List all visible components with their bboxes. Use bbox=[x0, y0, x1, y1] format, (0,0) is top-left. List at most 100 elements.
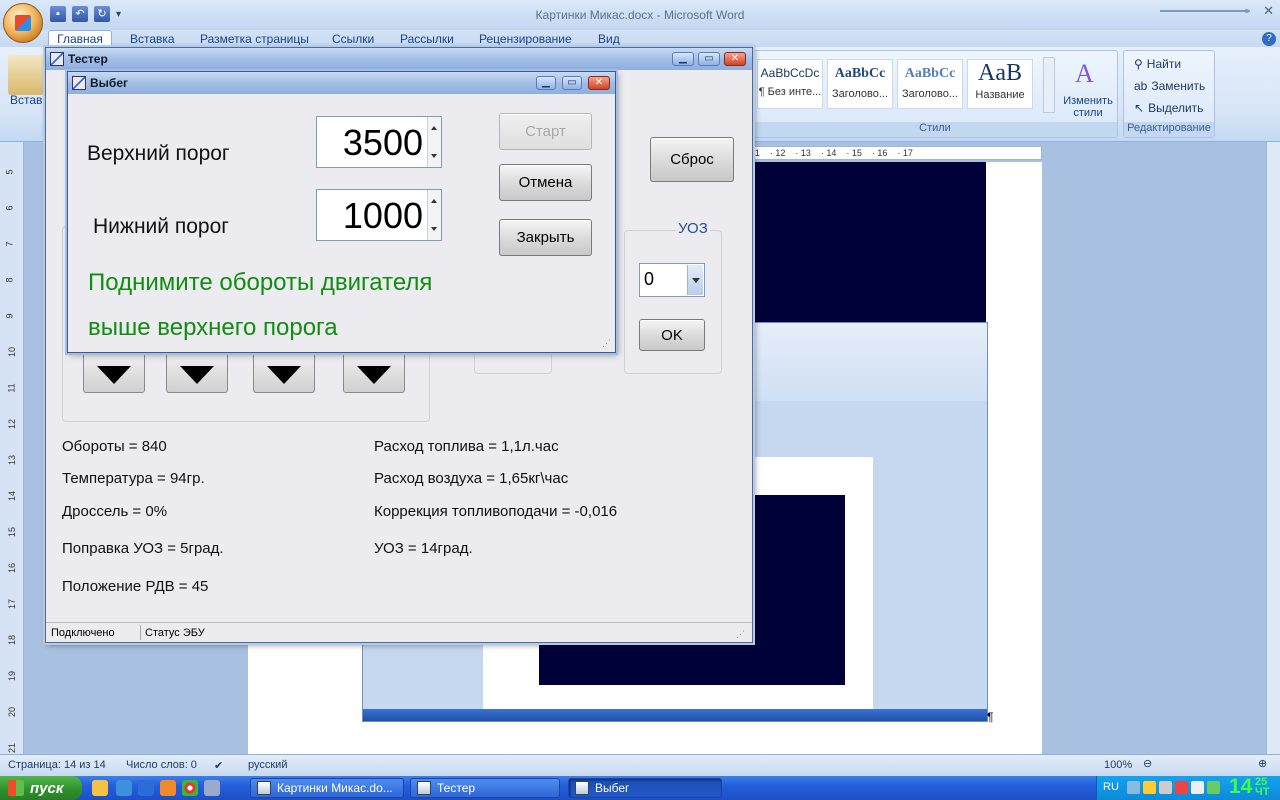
show-desktop-icon[interactable] bbox=[204, 780, 220, 796]
connection-status: Подключено bbox=[51, 627, 115, 639]
messenger-icon[interactable] bbox=[92, 780, 108, 796]
select-button[interactable]: ↖ Выделить bbox=[1134, 101, 1203, 115]
clock-minutes[interactable]: 25 ЧТ bbox=[1255, 777, 1269, 798]
tab-review[interactable]: Рецензирование bbox=[479, 32, 572, 46]
arrow-down-icon bbox=[97, 366, 131, 384]
chevron-down-icon[interactable] bbox=[431, 154, 437, 158]
office-button[interactable] bbox=[3, 3, 43, 43]
spinner-arrows[interactable] bbox=[427, 117, 441, 167]
close-button[interactable]: ✕ bbox=[724, 52, 746, 66]
undo-icon[interactable]: ↶ bbox=[72, 6, 88, 22]
tray-icon[interactable] bbox=[1207, 781, 1220, 794]
ruler-tick-label: 10 bbox=[7, 346, 18, 358]
paste-icon[interactable] bbox=[8, 55, 44, 95]
close-icon[interactable]: ✕ bbox=[1263, 3, 1274, 19]
chevron-down-icon[interactable] bbox=[431, 227, 437, 231]
clock-hour[interactable]: 14 bbox=[1229, 775, 1252, 799]
chevron-up-icon[interactable] bbox=[431, 126, 437, 130]
maximize-button[interactable]: ▭ bbox=[562, 76, 582, 90]
word-counter[interactable]: Число слов: 0 bbox=[126, 759, 197, 771]
ie-icon[interactable] bbox=[116, 780, 132, 796]
chrome-icon[interactable] bbox=[182, 780, 198, 796]
tab-view[interactable]: Вид bbox=[598, 32, 620, 46]
style-heading-2[interactable]: AaBbCc Заголово... bbox=[897, 59, 963, 109]
tray-icon[interactable] bbox=[1175, 781, 1188, 794]
browser-icon[interactable] bbox=[138, 780, 154, 796]
tray-icon[interactable] bbox=[1159, 781, 1172, 794]
close-dialog-button[interactable]: Закрыть bbox=[499, 219, 592, 256]
upper-threshold-input[interactable]: 3500 bbox=[316, 116, 442, 168]
ruler-tick-label: · 15 bbox=[846, 148, 862, 158]
zoom-in-icon[interactable]: ⊕ bbox=[1258, 757, 1267, 770]
tray-icon[interactable] bbox=[1143, 781, 1156, 794]
spellcheck-icon[interactable]: ✔ bbox=[214, 759, 223, 772]
chevron-down-icon[interactable] bbox=[687, 265, 703, 295]
style-name: ¶ Без инте... bbox=[758, 86, 822, 98]
vybeg-titlebar[interactable]: Выбег ▁ ▭ ✕ bbox=[68, 72, 615, 94]
cancel-button[interactable]: Отмена bbox=[499, 164, 592, 201]
paste-button-label: Встави bbox=[10, 93, 50, 107]
minimize-button[interactable]: ▁ bbox=[536, 76, 556, 90]
resize-grip-icon[interactable]: ⋰ bbox=[602, 338, 611, 349]
arrow-down-button-2[interactable] bbox=[166, 353, 228, 393]
vertical-scrollbar[interactable] bbox=[1266, 142, 1280, 754]
chevron-up-icon[interactable] bbox=[431, 199, 437, 203]
style-title[interactable]: AaB Название bbox=[967, 59, 1033, 109]
taskbar-item-word[interactable]: Картинки Микас.do... bbox=[250, 778, 404, 798]
tab-insert[interactable]: Вставка bbox=[130, 32, 175, 46]
tester-titlebar[interactable]: Тестер ▁ ▭ ✕ bbox=[46, 48, 752, 70]
resize-grip-icon[interactable]: ⋰ bbox=[736, 629, 745, 640]
app-icon[interactable] bbox=[160, 780, 176, 796]
quick-access-toolbar: ▪ ↶ ↻ ▾ bbox=[50, 5, 121, 23]
taskbar-item-vybeg[interactable]: Выбег bbox=[568, 778, 722, 798]
embedded-screenshot-image[interactable] bbox=[748, 162, 986, 332]
replace-button[interactable]: ab Заменить bbox=[1134, 79, 1205, 93]
ruler-tick-label: · 12 bbox=[769, 148, 786, 158]
status-separator bbox=[140, 625, 141, 640]
taskbar-item-tester[interactable]: Тестер bbox=[410, 778, 560, 798]
tab-home[interactable]: Главная bbox=[48, 30, 112, 48]
paragraph-mark: ¶ bbox=[987, 710, 994, 724]
customize-qat-icon[interactable]: ▾ bbox=[116, 9, 121, 20]
help-icon[interactable]: ? bbox=[1262, 32, 1276, 46]
start-label: пуск bbox=[30, 779, 64, 797]
word-status-bar: Страница: 14 из 14 Число слов: 0 ✔ русск… bbox=[0, 754, 1280, 776]
style-heading-1[interactable]: AaBbCc Заголово... bbox=[827, 59, 893, 109]
tray-icon[interactable] bbox=[1127, 781, 1140, 794]
reset-button[interactable]: Сброс bbox=[650, 137, 734, 182]
maximize-button[interactable]: ▭ bbox=[698, 52, 720, 66]
find-button[interactable]: ⚲ Найти bbox=[1134, 57, 1181, 71]
zoom-slider[interactable] bbox=[1160, 10, 1250, 12]
change-styles-button[interactable]: Изменить стили bbox=[1059, 95, 1117, 119]
volume-icon[interactable] bbox=[1191, 781, 1204, 794]
keyboard-layout-indicator[interactable]: RU bbox=[1103, 781, 1119, 793]
spinner-arrows[interactable] bbox=[427, 190, 441, 240]
window-app-icon bbox=[417, 781, 431, 795]
arrow-down-button-1[interactable] bbox=[83, 353, 145, 393]
ruler-tick-label: · 14 bbox=[820, 148, 837, 158]
instruction-line-1: Поднимите обороты двигателя bbox=[88, 269, 433, 296]
tab-page-layout[interactable]: Разметка страницы bbox=[200, 32, 309, 46]
start-button[interactable]: пуск bbox=[0, 776, 82, 800]
start-button[interactable]: Старт bbox=[499, 113, 592, 150]
ruler-tick-label: · 13 bbox=[795, 148, 811, 158]
language-indicator[interactable]: русский bbox=[248, 759, 287, 771]
redo-icon[interactable]: ↻ bbox=[94, 6, 110, 22]
styles-scroll[interactable] bbox=[1043, 57, 1055, 113]
zoom-level[interactable]: 100% bbox=[1104, 759, 1132, 771]
save-icon[interactable]: ▪ bbox=[50, 6, 66, 22]
lower-threshold-input[interactable]: 1000 bbox=[316, 189, 442, 241]
windows-logo-icon bbox=[8, 780, 24, 796]
tab-references[interactable]: Ссылки bbox=[332, 32, 374, 46]
zoom-out-icon[interactable]: ⊖ bbox=[1143, 757, 1152, 770]
arrow-down-button-3[interactable] bbox=[253, 353, 315, 393]
arrow-down-button-4[interactable] bbox=[343, 353, 405, 393]
tab-mailings[interactable]: Рассылки bbox=[400, 32, 454, 46]
style-no-spacing[interactable]: AaBbCcDc ¶ Без инте... bbox=[757, 59, 823, 109]
ok-button[interactable]: OK bbox=[639, 319, 705, 351]
minimize-button[interactable]: ▁ bbox=[672, 52, 694, 66]
page-counter[interactable]: Страница: 14 из 14 bbox=[8, 759, 106, 771]
close-button[interactable]: ✕ bbox=[588, 76, 610, 90]
ruler-tick-label: 12 bbox=[7, 418, 18, 430]
uoz-combobox[interactable]: 0 bbox=[639, 263, 705, 297]
